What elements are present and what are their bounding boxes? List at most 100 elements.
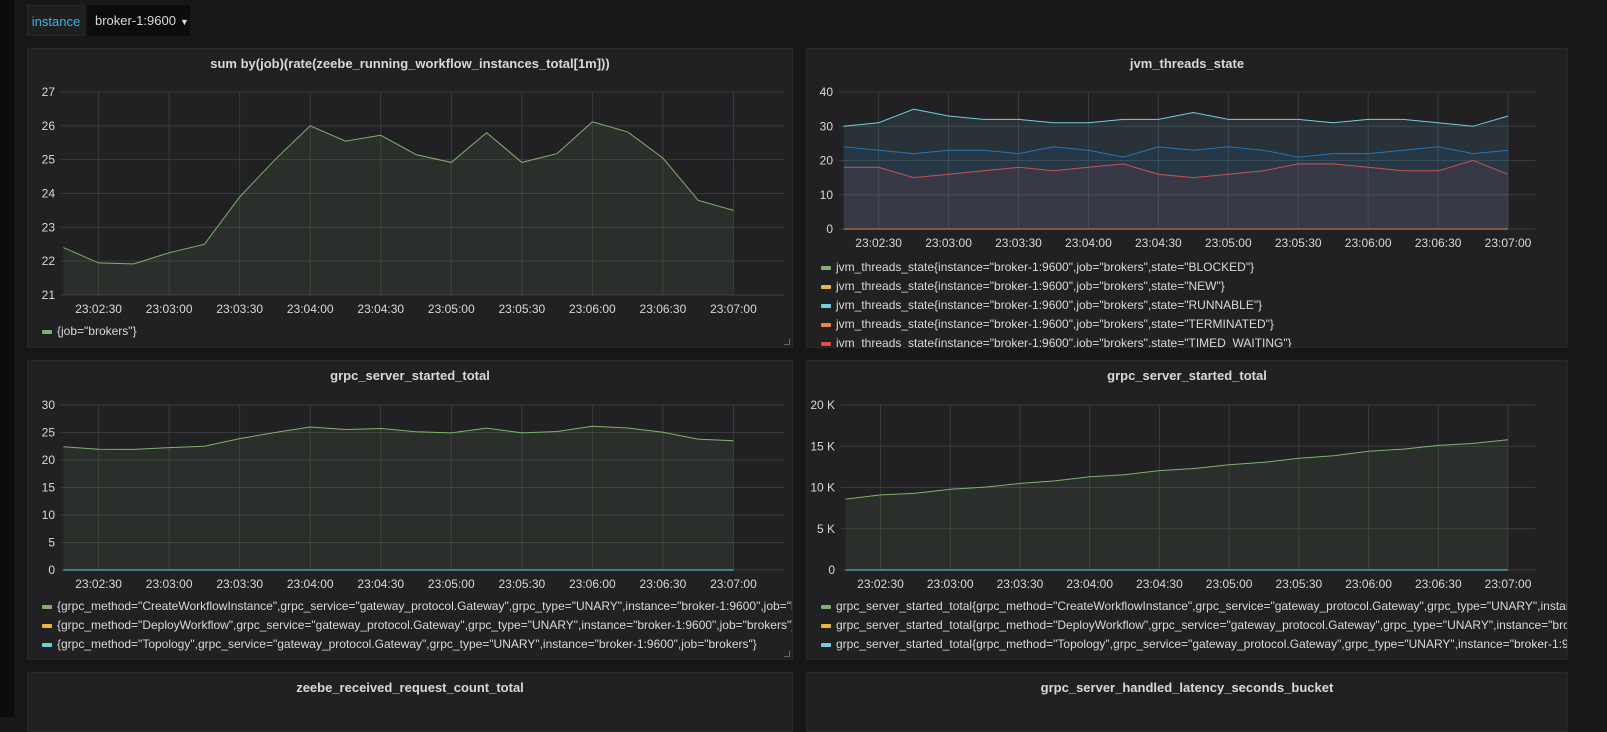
panel-title[interactable]: grpc_server_handled_latency_seconds_buck…	[807, 680, 1567, 695]
legend: {job="brokers"}	[42, 322, 137, 341]
x-tick-label: 23:03:30	[216, 577, 263, 591]
x-tick-label: 23:06:30	[640, 302, 687, 316]
legend-swatch	[821, 605, 831, 609]
x-tick-label: 23:05:00	[1206, 577, 1253, 591]
legend-label: grpc_server_started_total{grpc_method="T…	[836, 637, 1568, 651]
caret-down-icon: ▼	[180, 17, 189, 27]
legend: jvm_threads_state{instance="broker-1:960…	[821, 258, 1292, 348]
panel-running-workflow-instances[interactable]: 2122232425262723:02:3023:03:0023:03:3023…	[27, 48, 793, 348]
y-tick-label: 27	[42, 85, 56, 99]
y-tick-label: 0	[48, 563, 55, 577]
x-tick-label: 23:02:30	[75, 302, 122, 316]
y-tick-label: 0	[826, 222, 833, 236]
legend-label: grpc_server_started_total{grpc_method="D…	[836, 618, 1568, 632]
legend-item[interactable]: grpc_server_started_total{grpc_method="T…	[821, 635, 1568, 654]
x-tick-label: 23:03:00	[146, 302, 193, 316]
panel-title[interactable]: jvm_threads_state	[807, 56, 1567, 71]
instance-value: broker-1:9600	[95, 13, 176, 28]
y-tick-label: 20 K	[810, 398, 835, 412]
x-tick-label: 23:07:00	[710, 302, 757, 316]
x-tick-label: 23:04:30	[357, 302, 404, 316]
legend-item[interactable]: jvm_threads_state{instance="broker-1:960…	[821, 334, 1292, 348]
y-tick-label: 15 K	[810, 439, 835, 453]
panel-zeebe-received-request-count[interactable]: zeebe_received_request_count_total	[27, 672, 793, 732]
sidebar-edge	[0, 0, 14, 717]
legend-item[interactable]: jvm_threads_state{instance="broker-1:960…	[821, 296, 1292, 315]
x-tick-label: 23:02:30	[75, 577, 122, 591]
x-tick-label: 23:04:30	[357, 577, 404, 591]
legend-item[interactable]: grpc_server_started_total{grpc_method="C…	[821, 597, 1568, 616]
x-tick-label: 23:05:30	[1275, 577, 1322, 591]
legend: grpc_server_started_total{grpc_method="C…	[821, 597, 1568, 654]
legend-swatch	[821, 266, 831, 270]
y-tick-label: 21	[42, 288, 56, 302]
legend-label: jvm_threads_state{instance="broker-1:960…	[836, 336, 1292, 348]
x-tick-label: 23:03:30	[997, 577, 1044, 591]
panel-grpc-server-started-rate[interactable]: 05101520253023:02:3023:03:0023:03:3023:0…	[27, 360, 793, 660]
legend-item[interactable]: {grpc_method="Topology",grpc_service="ga…	[42, 635, 793, 654]
y-tick-label: 20	[42, 453, 56, 467]
y-tick-label: 0	[828, 563, 835, 577]
x-tick-label: 23:05:00	[428, 302, 475, 316]
legend-swatch	[42, 605, 52, 609]
x-tick-label: 23:03:00	[146, 577, 193, 591]
legend-swatch	[821, 304, 831, 308]
legend-label: {job="brokers"}	[57, 324, 137, 338]
y-tick-label: 30	[42, 398, 56, 412]
panel-grpc-server-started-total[interactable]: 0 5 K 10 K 15 K 20 K 23:02:30 23:03:00 23:03:30…	[806, 360, 1568, 660]
y-tick-label: 25	[42, 153, 56, 167]
series-area	[63, 122, 733, 295]
legend-item[interactable]: {grpc_method="CreateWorkflowInstance",gr…	[42, 597, 793, 616]
x-tick-label: 23:04:30	[1136, 577, 1183, 591]
y-tick-label: 15	[42, 481, 56, 495]
x-tick-label: 23:06:00	[1345, 577, 1392, 591]
y-tick-label: 22	[42, 254, 56, 268]
legend-item[interactable]: jvm_threads_state{instance="broker-1:960…	[821, 277, 1292, 296]
panel-title[interactable]: grpc_server_started_total	[28, 368, 792, 383]
x-tick-label: 23:03:00	[927, 577, 974, 591]
y-tick-label: 5 K	[817, 522, 835, 536]
legend-swatch	[42, 643, 52, 647]
x-tick-label: 23:05:00	[428, 577, 475, 591]
panel-jvm-threads-state[interactable]: 01020304023:02:3023:03:0023:03:3023:04:0…	[806, 48, 1568, 348]
x-tick-label: 23:04:00	[1066, 577, 1113, 591]
panel-title[interactable]: zeebe_received_request_count_total	[28, 680, 792, 695]
chart-svg: 2122232425262723:02:3023:03:0023:03:3023…	[28, 49, 793, 348]
resize-handle[interactable]	[784, 339, 790, 345]
x-tick-label: 23:05:30	[498, 302, 545, 316]
x-tick-label: 23:07:00	[1485, 236, 1532, 250]
instance-variable-dropdown[interactable]: broker-1:9600 ▼	[87, 5, 190, 36]
legend-item[interactable]: {grpc_method="DeployWorkflow",grpc_servi…	[42, 616, 793, 635]
x-tick-label: 23:03:00	[925, 236, 972, 250]
variable-label: instance	[27, 5, 85, 36]
legend-swatch	[42, 330, 52, 334]
panel-title[interactable]: sum by(job)(rate(zeebe_running_workflow_…	[28, 56, 792, 71]
panel-grpc-handled-latency[interactable]: grpc_server_handled_latency_seconds_buck…	[806, 672, 1568, 732]
legend-item[interactable]: jvm_threads_state{instance="broker-1:960…	[821, 315, 1292, 334]
y-tick-label: 10	[42, 508, 56, 522]
panel-title[interactable]: grpc_server_started_total	[807, 368, 1567, 383]
x-tick-label: 23:02:30	[857, 577, 904, 591]
x-tick-label: 23:06:00	[1345, 236, 1392, 250]
x-tick-label: 23:05:30	[1275, 236, 1322, 250]
legend-label: grpc_server_started_total{grpc_method="C…	[836, 599, 1568, 613]
resize-handle[interactable]	[784, 651, 790, 657]
x-tick-label: 23:04:00	[287, 577, 334, 591]
legend-swatch	[821, 643, 831, 647]
legend-label: jvm_threads_state{instance="broker-1:960…	[836, 260, 1254, 274]
x-tick-label: 23:03:30	[216, 302, 263, 316]
x-tick-label: 23:04:00	[1065, 236, 1112, 250]
legend-swatch	[821, 342, 831, 346]
legend-item[interactable]: grpc_server_started_total{grpc_method="D…	[821, 616, 1568, 635]
x-tick-label: 23:07:00	[710, 577, 757, 591]
y-tick-label: 24	[42, 187, 56, 201]
legend-item[interactable]: jvm_threads_state{instance="broker-1:960…	[821, 258, 1292, 277]
y-tick-label: 23	[42, 220, 56, 234]
y-tick-label: 20	[820, 154, 834, 168]
y-tick-label: 10 K	[810, 481, 835, 495]
x-tick-label: 23:06:30	[1415, 236, 1462, 250]
y-tick-label: 30	[820, 119, 834, 133]
x-tick-label: 23:02:30	[855, 236, 902, 250]
legend-item[interactable]: {job="brokers"}	[42, 322, 137, 341]
y-tick-label: 10	[820, 188, 834, 202]
